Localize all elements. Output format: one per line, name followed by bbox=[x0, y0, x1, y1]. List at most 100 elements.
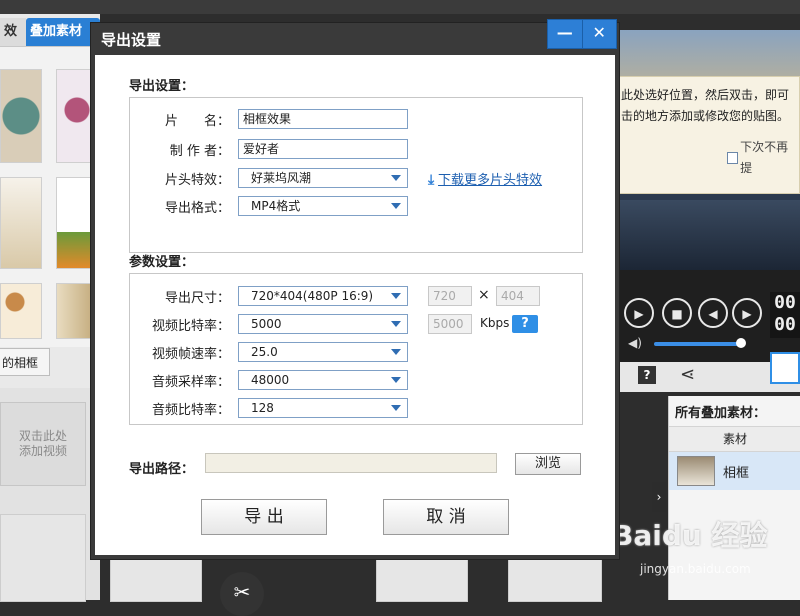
export-size-select[interactable]: 720*404(480P 16:9) bbox=[238, 286, 408, 306]
download-more-effects[interactable]: ⤓ 下载更多片头特效 bbox=[428, 169, 542, 188]
overlay-item-name: 相框 bbox=[723, 466, 750, 481]
export-size-value: 720*404(480P 16:9) bbox=[251, 289, 374, 303]
overlay-column-header: 素材 bbox=[669, 426, 800, 452]
params-group: 导出尺寸： 720*404(480P 16:9) 720 × 404 视频比特率… bbox=[129, 273, 583, 425]
bitrate-help-icon[interactable]: ? bbox=[512, 315, 538, 333]
frame-thumbnail[interactable] bbox=[0, 177, 42, 269]
export-path-input[interactable] bbox=[205, 453, 497, 473]
timecode-display: 00 00 bbox=[770, 292, 800, 338]
close-button[interactable]: ✕ bbox=[581, 20, 617, 48]
next-icon[interactable]: ▶ bbox=[732, 298, 762, 328]
overlay-list-item[interactable]: 相框 bbox=[669, 452, 800, 490]
tip-line1: 此处选好位置，然后双击，即可 bbox=[621, 88, 790, 102]
audio-bitrate-label: 音频比特率： bbox=[151, 403, 230, 418]
title-input[interactable]: 相框效果 bbox=[238, 109, 408, 129]
params-section-title: 参数设置： bbox=[129, 255, 195, 270]
video-bitrate-value: 5000 bbox=[251, 317, 282, 331]
times-sign: × bbox=[478, 287, 490, 303]
author-input[interactable]: 爱好者 bbox=[238, 139, 408, 159]
bitrate-input: 5000 bbox=[428, 314, 472, 334]
chevron-down-icon bbox=[391, 203, 401, 209]
export-section-title: 导出设置： bbox=[129, 79, 195, 94]
download-icon: ⤓ bbox=[428, 172, 435, 188]
audio-bitrate-select[interactable]: 128 bbox=[238, 398, 408, 418]
preview-tip-box: 此处选好位置，然后双击，即可 击的地方添加或修改您的贴图。 下次不再提 bbox=[618, 76, 800, 194]
player-controls: ▶ ■ ◀ ▶ 00 00 ◀) bbox=[618, 270, 800, 362]
export-path-label: 导出路径： bbox=[129, 462, 195, 477]
volume-slider[interactable] bbox=[654, 342, 740, 346]
bitrate-unit: Kbps bbox=[480, 316, 510, 330]
timecode-line2: 00 bbox=[774, 314, 796, 335]
toolbar: ? ⋖ bbox=[618, 352, 800, 392]
frame-thumbnail[interactable] bbox=[0, 283, 42, 339]
browse-button[interactable]: 浏览 bbox=[515, 453, 581, 475]
chevron-down-icon bbox=[391, 293, 401, 299]
collapse-panel-button[interactable]: › bbox=[652, 482, 666, 512]
frame-rate-value: 25.0 bbox=[251, 345, 278, 359]
share-icon[interactable]: ⋖ bbox=[680, 364, 695, 385]
preview-sea bbox=[618, 200, 800, 270]
minimize-button[interactable]: — bbox=[548, 20, 582, 48]
chevron-down-icon bbox=[391, 321, 401, 327]
export-settings-dialog: 导出设置 — ✕ 导出设置： 片 名： 相框效果 制 作 者： 爱好者 片头特效… bbox=[90, 19, 620, 560]
export-format-value: MP4格式 bbox=[251, 199, 301, 213]
scissors-icon[interactable]: ✂ bbox=[220, 572, 264, 616]
chevron-down-icon bbox=[391, 405, 401, 411]
watermark-url: jingyan.baidu.com bbox=[640, 562, 751, 576]
download-more-effects-link[interactable]: 下载更多片头特效 bbox=[438, 173, 542, 188]
intro-effect-value: 好莱坞风潮 bbox=[251, 171, 312, 185]
layout-toggle-icon[interactable] bbox=[770, 352, 800, 384]
dont-show-again-label: 下次不再提 bbox=[740, 140, 789, 175]
overlay-item-thumbnail bbox=[677, 456, 715, 486]
add-video-line2: 添加视频 bbox=[18, 444, 67, 458]
export-format-select[interactable]: MP4格式 bbox=[238, 196, 408, 216]
overlay-panel-title: 所有叠加素材： bbox=[675, 406, 767, 421]
stop-icon[interactable]: ■ bbox=[662, 298, 692, 328]
intro-effect-label: 片头特效： bbox=[164, 173, 230, 188]
dont-show-again[interactable]: 下次不再提 bbox=[727, 137, 795, 179]
export-format-label: 导出格式： bbox=[164, 201, 230, 216]
video-bitrate-select[interactable]: 5000 bbox=[238, 314, 408, 334]
checkbox-icon[interactable] bbox=[727, 152, 739, 164]
export-button[interactable]: 导 出 bbox=[201, 499, 327, 535]
tab-effects[interactable]: 效 bbox=[0, 18, 26, 46]
help-icon[interactable]: ? bbox=[638, 366, 656, 384]
chevron-down-icon bbox=[391, 175, 401, 181]
add-video-slot[interactable]: 双击此处 添加视频 bbox=[0, 402, 86, 486]
video-preview: 此处选好位置，然后双击，即可 击的地方添加或修改您的贴图。 下次不再提 bbox=[618, 30, 800, 270]
timecode-line1: 00 bbox=[774, 292, 796, 313]
cancel-button[interactable]: 取 消 bbox=[383, 499, 509, 535]
dialog-title: 导出设置 bbox=[101, 31, 162, 49]
intro-effect-select[interactable]: 好莱坞风潮 bbox=[238, 168, 408, 188]
audio-sample-rate-label: 音频采样率： bbox=[151, 375, 230, 390]
chevron-down-icon bbox=[391, 349, 401, 355]
height-input: 404 bbox=[496, 286, 540, 306]
tip-line2: 击的地方添加或修改您的贴图。 bbox=[621, 109, 790, 123]
frame-rate-label: 视频帧速率： bbox=[151, 347, 230, 362]
title-label: 片 名： bbox=[164, 114, 230, 129]
app-top-bar bbox=[0, 0, 800, 14]
tab-overlay-materials[interactable]: 叠加素材 bbox=[26, 18, 100, 46]
audio-bitrate-value: 128 bbox=[251, 401, 274, 415]
dialog-body: 导出设置： 片 名： 相框效果 制 作 者： 爱好者 片头特效： 好莱坞风潮 ⤓… bbox=[95, 55, 615, 555]
export-settings-group: 片 名： 相框效果 制 作 者： 爱好者 片头特效： 好莱坞风潮 ⤓ 下载更多片… bbox=[129, 97, 583, 253]
selected-frame-label: 的相框 bbox=[0, 348, 50, 376]
play-icon[interactable]: ▶ bbox=[624, 298, 654, 328]
watermark-logo: Baidu 经验 bbox=[612, 519, 768, 552]
frame-thumbnail-grid bbox=[0, 46, 102, 347]
timeline-slot[interactable] bbox=[0, 514, 86, 602]
frame-rate-select[interactable]: 25.0 bbox=[238, 342, 408, 362]
export-size-label: 导出尺寸： bbox=[164, 291, 230, 306]
volume-icon[interactable]: ◀) bbox=[628, 336, 642, 350]
author-label: 制 作 者： bbox=[169, 144, 230, 159]
previous-icon[interactable]: ◀ bbox=[698, 298, 728, 328]
chevron-down-icon bbox=[391, 377, 401, 383]
window-buttons: — ✕ bbox=[547, 19, 617, 49]
audio-sample-rate-select[interactable]: 48000 bbox=[238, 370, 408, 390]
audio-sample-rate-value: 48000 bbox=[251, 373, 290, 387]
add-video-line1: 双击此处 bbox=[18, 429, 67, 443]
volume-slider-knob[interactable] bbox=[736, 338, 746, 348]
frame-thumbnail[interactable] bbox=[0, 69, 42, 163]
width-input: 720 bbox=[428, 286, 472, 306]
video-bitrate-label: 视频比特率： bbox=[151, 319, 230, 334]
